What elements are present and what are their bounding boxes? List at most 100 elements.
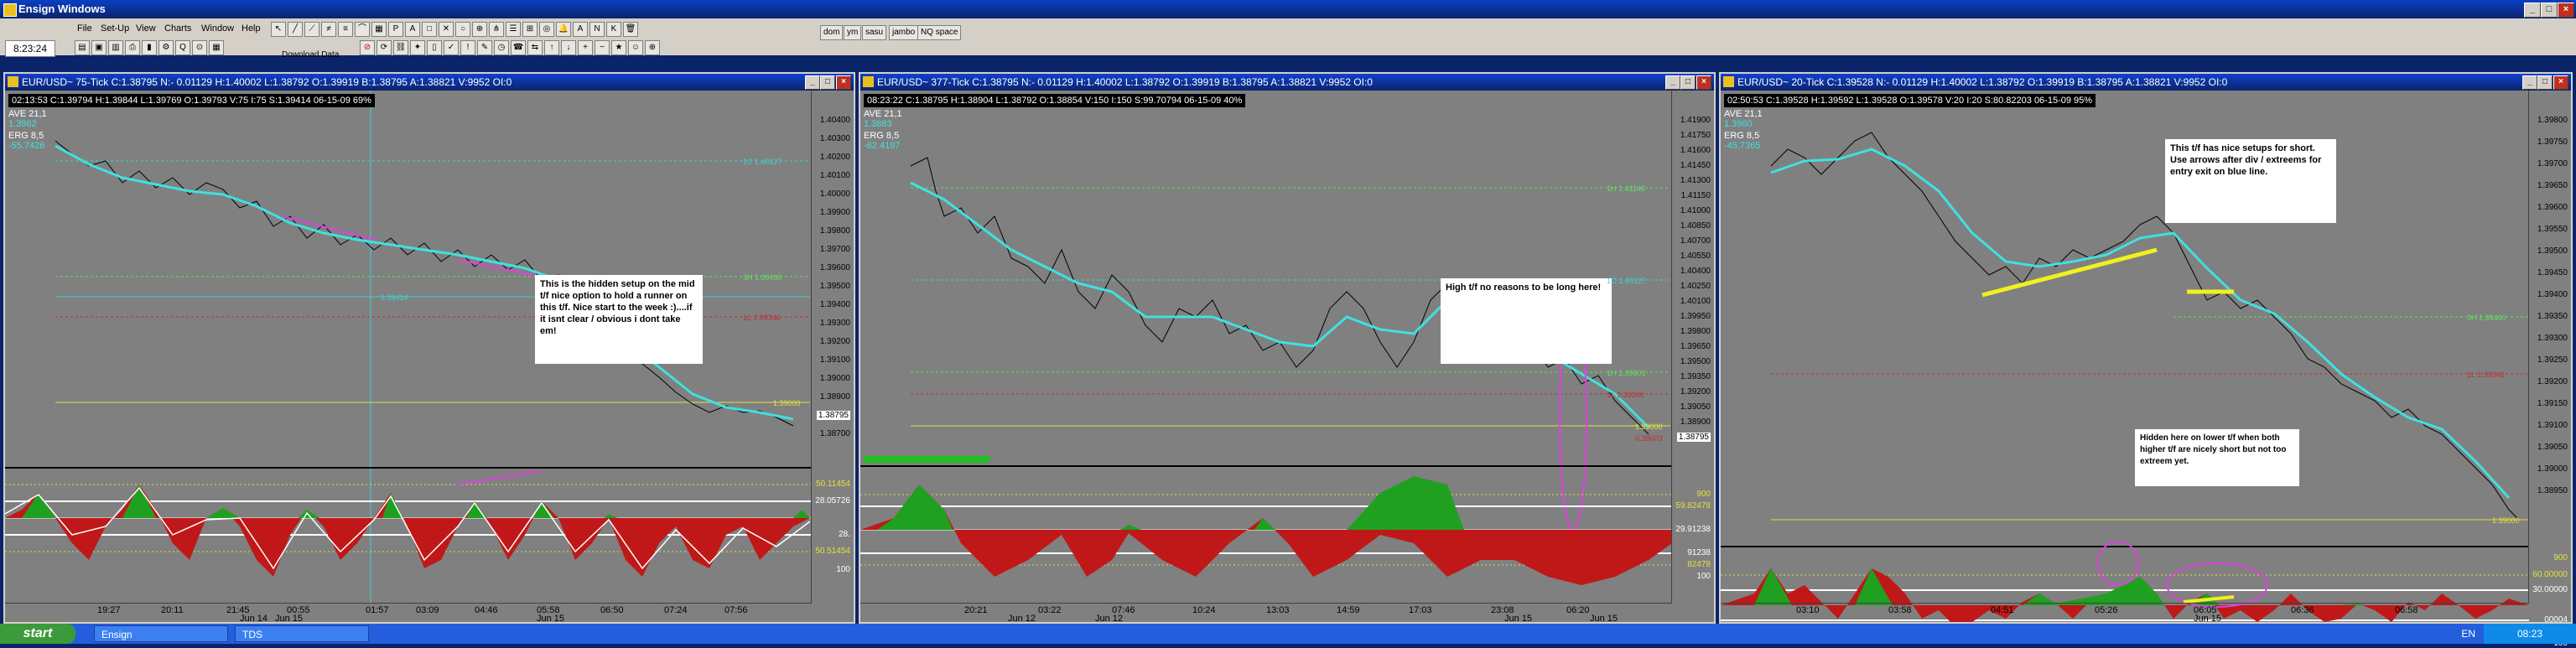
- language-indicator[interactable]: EN: [2461, 624, 2475, 644]
- osc-tick: 28.: [839, 530, 850, 539]
- date-tick: Jun 15: [275, 614, 304, 624]
- menu-window[interactable]: Window: [198, 21, 237, 36]
- layout-icon[interactable]: ▦: [209, 40, 224, 55]
- tab-dom[interactable]: dom: [820, 25, 844, 40]
- ruler-tool-icon[interactable]: ⊞: [522, 22, 538, 37]
- taskbar-item-ensign[interactable]: Ensign: [94, 625, 228, 642]
- marker-tool-icon[interactable]: ◎: [539, 22, 554, 37]
- price-tick: 1.39400: [819, 300, 850, 309]
- price-tick: 1.40400: [819, 116, 850, 125]
- chart-info-bar: 02:50:53 C:1.39528 H:1.39592 L:1.39528 O…: [1724, 94, 2096, 107]
- star-icon[interactable]: ★: [611, 40, 626, 55]
- minimize-icon[interactable]: _: [1665, 75, 1680, 90]
- settings-icon[interactable]: ⚙: [158, 40, 174, 55]
- close-icon[interactable]: ×: [836, 75, 851, 90]
- tab-nq-space[interactable]: NQ space: [917, 25, 962, 40]
- compass-icon[interactable]: ✦: [410, 40, 425, 55]
- plus-icon[interactable]: +: [578, 40, 593, 55]
- ave-label: AVE 21,1: [8, 109, 47, 119]
- price-tick: 1.39950: [1680, 312, 1711, 321]
- fib-tool-icon[interactable]: ≡: [338, 22, 353, 37]
- maximize-icon[interactable]: □: [2537, 75, 2553, 90]
- ave-value: 1.3962: [8, 119, 37, 129]
- tick-icon[interactable]: ✓: [444, 40, 459, 55]
- osc-tick: 28.05726: [815, 496, 850, 505]
- candle-icon[interactable]: ▯: [427, 40, 442, 55]
- time-tick: 04:46: [475, 605, 498, 615]
- time-tick: 10:24: [1192, 605, 1216, 615]
- arrow-down-icon[interactable]: ↓: [561, 40, 576, 55]
- link-icon[interactable]: ⛓: [393, 40, 408, 55]
- chart-window-75tick[interactable]: EUR/USD~ 75-Tick C:1.38795 N:- 0.01129 H…: [3, 72, 855, 624]
- arrow-up-icon[interactable]: ↑: [544, 40, 559, 55]
- gann-tool-icon[interactable]: ✕: [439, 22, 454, 37]
- new-chart-icon[interactable]: ▤: [75, 40, 90, 55]
- price-tick: 1.39600: [819, 263, 850, 272]
- tab-sasu[interactable]: sasu: [862, 25, 887, 40]
- stop-icon[interactable]: ⊘: [360, 40, 375, 55]
- taskbar-item-tds[interactable]: TDS: [235, 625, 369, 642]
- globe-icon[interactable]: ⊕: [645, 40, 660, 55]
- chart-plot-area[interactable]: 08:23:22 C:1.38795 H:1.38904 L:1.38792 O…: [860, 91, 1714, 624]
- arc-tool-icon[interactable]: ⌒: [355, 22, 370, 37]
- trash-icon[interactable]: 🗑: [623, 22, 638, 37]
- save-icon[interactable]: ▥: [108, 40, 123, 55]
- alert-icon[interactable]: !: [460, 40, 475, 55]
- quote-icon[interactable]: Q: [175, 40, 190, 55]
- text-tool-icon[interactable]: A: [405, 22, 420, 37]
- cycle-tool-icon[interactable]: ⊕: [472, 22, 487, 37]
- chart-plot-area[interactable]: 02:13:53 C:1.39794 H:1.39844 L:1.39769 O…: [5, 91, 854, 624]
- grid-tool-icon[interactable]: ▦: [371, 22, 387, 37]
- bar-chart-icon[interactable]: ▮: [142, 40, 157, 55]
- price-tick: 1.40550: [1680, 251, 1711, 261]
- zoom-icon[interactable]: ⊙: [192, 40, 207, 55]
- minimize-icon[interactable]: _: [2524, 3, 2541, 18]
- print-icon[interactable]: ⎙: [125, 40, 140, 55]
- person-icon[interactable]: ☺: [628, 40, 643, 55]
- menu-help[interactable]: Help: [238, 21, 264, 36]
- price-tick: 1.39800: [2537, 116, 2568, 125]
- menu-view[interactable]: View: [132, 21, 159, 36]
- k-tool-icon[interactable]: K: [606, 22, 621, 37]
- text-tool-a-icon[interactable]: P: [388, 22, 403, 37]
- box-tool-icon[interactable]: □: [422, 22, 437, 37]
- close-icon[interactable]: ×: [2558, 3, 2574, 18]
- list-tool-icon[interactable]: ☰: [506, 22, 521, 37]
- menu-setup[interactable]: Set-Up: [97, 21, 132, 36]
- chart-window-20tick[interactable]: EUR/USD~ 20-Tick C:1.39528 N:- 0.01129 H…: [1719, 72, 2573, 648]
- clock-icon[interactable]: ◷: [494, 40, 509, 55]
- close-icon[interactable]: ×: [1696, 75, 1711, 90]
- ray-tool-icon[interactable]: ⟋: [304, 22, 319, 37]
- tab-ym[interactable]: ym: [844, 25, 862, 40]
- note-tool-icon[interactable]: N: [589, 22, 605, 37]
- start-button[interactable]: start: [0, 624, 75, 644]
- menu-charts[interactable]: Charts: [161, 21, 195, 36]
- minimize-icon[interactable]: _: [805, 75, 820, 90]
- bell-tool-icon[interactable]: 🔔: [556, 22, 571, 37]
- maximize-icon[interactable]: □: [2541, 3, 2558, 18]
- chart-link-icon[interactable]: ⇆: [527, 40, 543, 55]
- menu-file[interactable]: File: [74, 21, 96, 36]
- maximize-icon[interactable]: □: [1680, 75, 1696, 90]
- line-tool-icon[interactable]: ╱: [288, 22, 303, 37]
- maximize-icon[interactable]: □: [820, 75, 835, 90]
- minimize-icon[interactable]: _: [2522, 75, 2537, 90]
- level-label: 1.39000: [2492, 516, 2520, 525]
- open-icon[interactable]: ▣: [91, 40, 106, 55]
- minus-icon[interactable]: −: [595, 40, 610, 55]
- chart-plot-area[interactable]: 02:50:53 C:1.39528 H:1.39592 L:1.39528 O…: [1721, 91, 2571, 648]
- pitchfork-tool-icon[interactable]: ⋔: [489, 22, 504, 37]
- chart-window-377tick[interactable]: EUR/USD~ 377-Tick C:1.38795 N:- 0.01129 …: [859, 72, 1716, 624]
- cursor-tool-icon[interactable]: ↖: [271, 22, 286, 37]
- circle-tool-icon[interactable]: ○: [455, 22, 470, 37]
- price-tick: 1.38700: [819, 429, 850, 438]
- paint-icon[interactable]: ✎: [477, 40, 492, 55]
- download-data-button[interactable]: Download Data: [282, 50, 339, 60]
- refresh-icon[interactable]: ⟳: [377, 40, 392, 55]
- channel-tool-icon[interactable]: ≠: [321, 22, 336, 37]
- tab-jambo[interactable]: jambo: [889, 25, 919, 40]
- chart-title: EUR/USD~ 377-Tick C:1.38795 N:- 0.01129 …: [877, 76, 1373, 88]
- close-icon[interactable]: ×: [2553, 75, 2568, 90]
- anchor-tool-icon[interactable]: A: [573, 22, 588, 37]
- phone-icon[interactable]: ☎: [511, 40, 526, 55]
